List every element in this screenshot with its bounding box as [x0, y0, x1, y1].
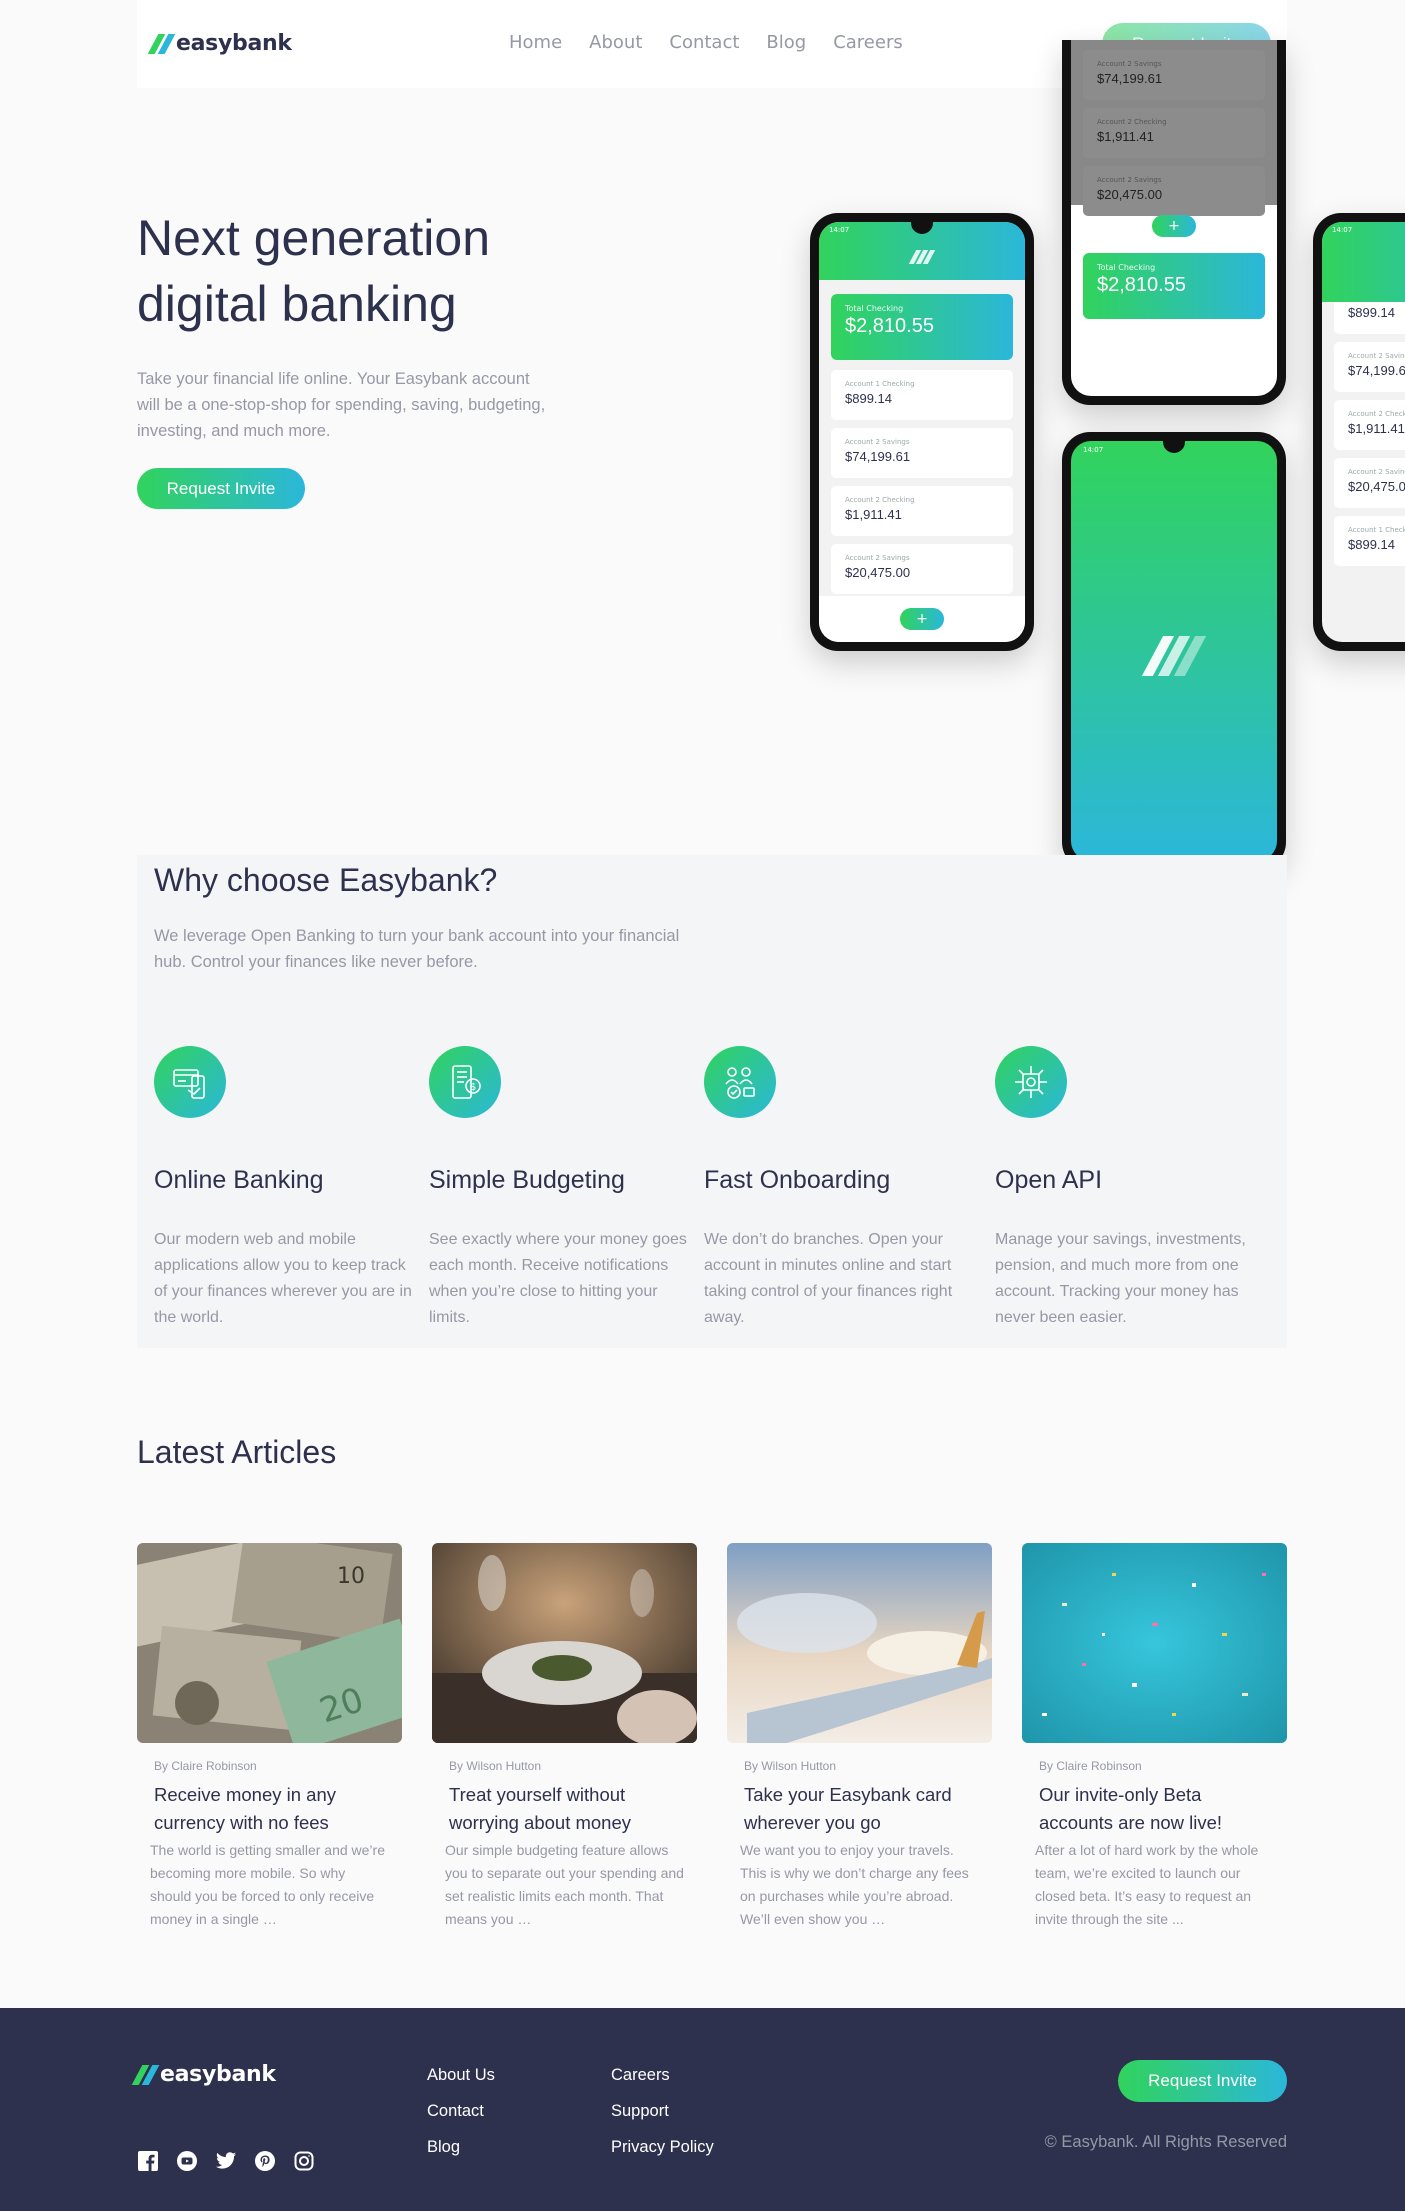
account-row: Account 1 Checking $899.14 [831, 370, 1013, 420]
article-card[interactable]: By Wilson Hutton Take your Easybank card… [727, 1543, 992, 1940]
account-row: Account 2 Savings $74,199.61 [831, 428, 1013, 478]
hero-text: Take your financial life online. Your Ea… [137, 370, 546, 440]
articles-title: Latest Articles [137, 1434, 337, 1470]
splash-logo-icon [1141, 636, 1207, 676]
hero-request-invite-button[interactable]: Request Invite [137, 468, 305, 509]
feature-text: Our modern web and mobile applications a… [154, 1231, 412, 1326]
feature-title: Fast Onboarding [704, 1166, 891, 1194]
article-excerpt: We want you to enjoy your travels. This … [740, 1842, 969, 1927]
onboarding-icon [704, 1046, 776, 1118]
feature-open-api: Open API Manage your savings, investment… [995, 1046, 1260, 1331]
logo-text: easybank [160, 2062, 276, 2087]
phone-mockup-top: Account 2 Savings $74,199.61 Account 2 Ch… [1062, 40, 1286, 405]
feature-text: See exactly where your money goes each m… [429, 1231, 687, 1326]
total-checking-card: Total Checking $2,810.55 [831, 294, 1013, 360]
feature-text: Manage your savings, investments, pensio… [995, 1231, 1246, 1326]
logo-text: easybank [176, 31, 292, 56]
facebook-icon[interactable] [137, 2150, 159, 2172]
why-title: Why choose Easybank? [154, 862, 498, 898]
article-author: By Claire Robinson [1039, 1759, 1142, 1773]
brand-logo[interactable]: easybank [147, 31, 292, 56]
feature-fast-onboarding: Fast Onboarding We don’t do branches. Op… [704, 1046, 969, 1331]
phone-mockup-main: 14:07 Total Checking $2,810.55 Account 1… [810, 213, 1034, 651]
main-nav: Home About Contact Blog Careers [509, 32, 903, 53]
feature-simple-budgeting: $ Simple Budgeting See exactly where you… [429, 1046, 694, 1331]
hero-title: Next generation digital banking [137, 205, 657, 337]
logo-mark-icon [147, 33, 176, 54]
footer-link-about-us[interactable]: About Us [427, 2066, 495, 2089]
feature-online-banking: Online Banking Our modern web and mobile… [154, 1046, 419, 1331]
article-image-confetti[interactable] [1022, 1543, 1287, 1743]
account-row: Account 2 Savings $20,475.00 [831, 544, 1013, 594]
article-author: By Wilson Hutton [449, 1759, 542, 1773]
logo-mark-icon [131, 2064, 160, 2085]
footer-link-blog[interactable]: Blog [427, 2138, 495, 2161]
account-row: Account 2 Checking $1,911.41 [831, 486, 1013, 536]
phone-mockup-splash: 14:07 [1062, 432, 1286, 870]
add-icon: + [900, 608, 944, 630]
api-icon [995, 1046, 1067, 1118]
footer-link-careers[interactable]: Careers [611, 2066, 714, 2089]
youtube-icon[interactable] [176, 2150, 198, 2172]
article-author: By Claire Robinson [154, 1759, 257, 1773]
footer-links-col1: About Us Contact Blog [427, 2066, 495, 2161]
article-card[interactable]: By Claire Robinson Our invite-only Beta … [1022, 1543, 1287, 1940]
footer-request-invite-button[interactable]: Request Invite [1118, 2060, 1287, 2102]
article-excerpt: After a lot of hard work by the whole te… [1035, 1842, 1259, 1927]
article-image-currency[interactable]: 20 10 [137, 1543, 402, 1743]
feature-text: We don’t do branches. Open your account … [704, 1231, 953, 1326]
svg-text:10: 10 [337, 1564, 365, 1589]
article-title[interactable]: Take your Easybank card wherever you go [744, 1781, 982, 1837]
online-banking-icon [154, 1046, 226, 1118]
article-excerpt: The world is getting smaller and we’re b… [150, 1842, 385, 1927]
add-icon: + [1152, 215, 1196, 237]
footer-link-support[interactable]: Support [611, 2102, 714, 2125]
article-title[interactable]: Our invite-only Beta accounts are now li… [1039, 1781, 1277, 1837]
footer-link-contact[interactable]: Contact [427, 2102, 495, 2125]
article-title[interactable]: Receive money in any currency with no fe… [154, 1781, 392, 1837]
pinterest-icon[interactable] [254, 2150, 276, 2172]
why-text: We leverage Open Banking to turn your ba… [154, 927, 680, 971]
nav-contact[interactable]: Contact [669, 32, 739, 53]
copyright-text: © Easybank. All Rights Reserved [1044, 2133, 1287, 2151]
article-card[interactable]: 20 10 By Claire Robinson Receive money i… [137, 1543, 402, 1940]
instagram-icon[interactable] [293, 2150, 315, 2172]
feature-title: Simple Budgeting [429, 1166, 625, 1194]
svg-text:$: $ [470, 1082, 476, 1093]
article-excerpt: Our simple budgeting feature allows you … [445, 1842, 684, 1927]
article-author: By Wilson Hutton [744, 1759, 837, 1773]
hero-title-line1: Next generation [137, 210, 491, 266]
nav-blog[interactable]: Blog [766, 32, 806, 53]
hero-title-line2: digital banking [137, 276, 457, 332]
phone-mockup-right: 14:07 Account 1 Checking$899.14 Account … [1313, 213, 1405, 651]
feature-title: Open API [995, 1166, 1103, 1194]
app-logo-icon [908, 250, 936, 264]
nav-home[interactable]: Home [509, 32, 562, 53]
budgeting-icon: $ [429, 1046, 501, 1118]
page: easybank Home About Contact Blog Careers… [0, 0, 1405, 2211]
why-choose-section: Why choose Easybank? We leverage Open Ba… [137, 855, 1287, 1348]
footer-links-col2: Careers Support Privacy Policy [611, 2066, 714, 2161]
social-links [137, 2150, 315, 2172]
feature-title: Online Banking [154, 1166, 324, 1194]
footer-logo[interactable]: easybank [131, 2062, 276, 2087]
twitter-icon[interactable] [215, 2150, 237, 2172]
footer-link-privacy-policy[interactable]: Privacy Policy [611, 2138, 714, 2161]
total-checking-card: Total Checking $2,810.55 [1083, 253, 1265, 319]
article-title[interactable]: Treat yourself without worrying about mo… [449, 1781, 687, 1837]
nav-about[interactable]: About [589, 32, 642, 53]
article-card[interactable]: By Wilson Hutton Treat yourself without … [432, 1543, 697, 1940]
nav-careers[interactable]: Careers [833, 32, 903, 53]
article-image-restaurant[interactable] [432, 1543, 697, 1743]
article-image-plane[interactable] [727, 1543, 992, 1743]
